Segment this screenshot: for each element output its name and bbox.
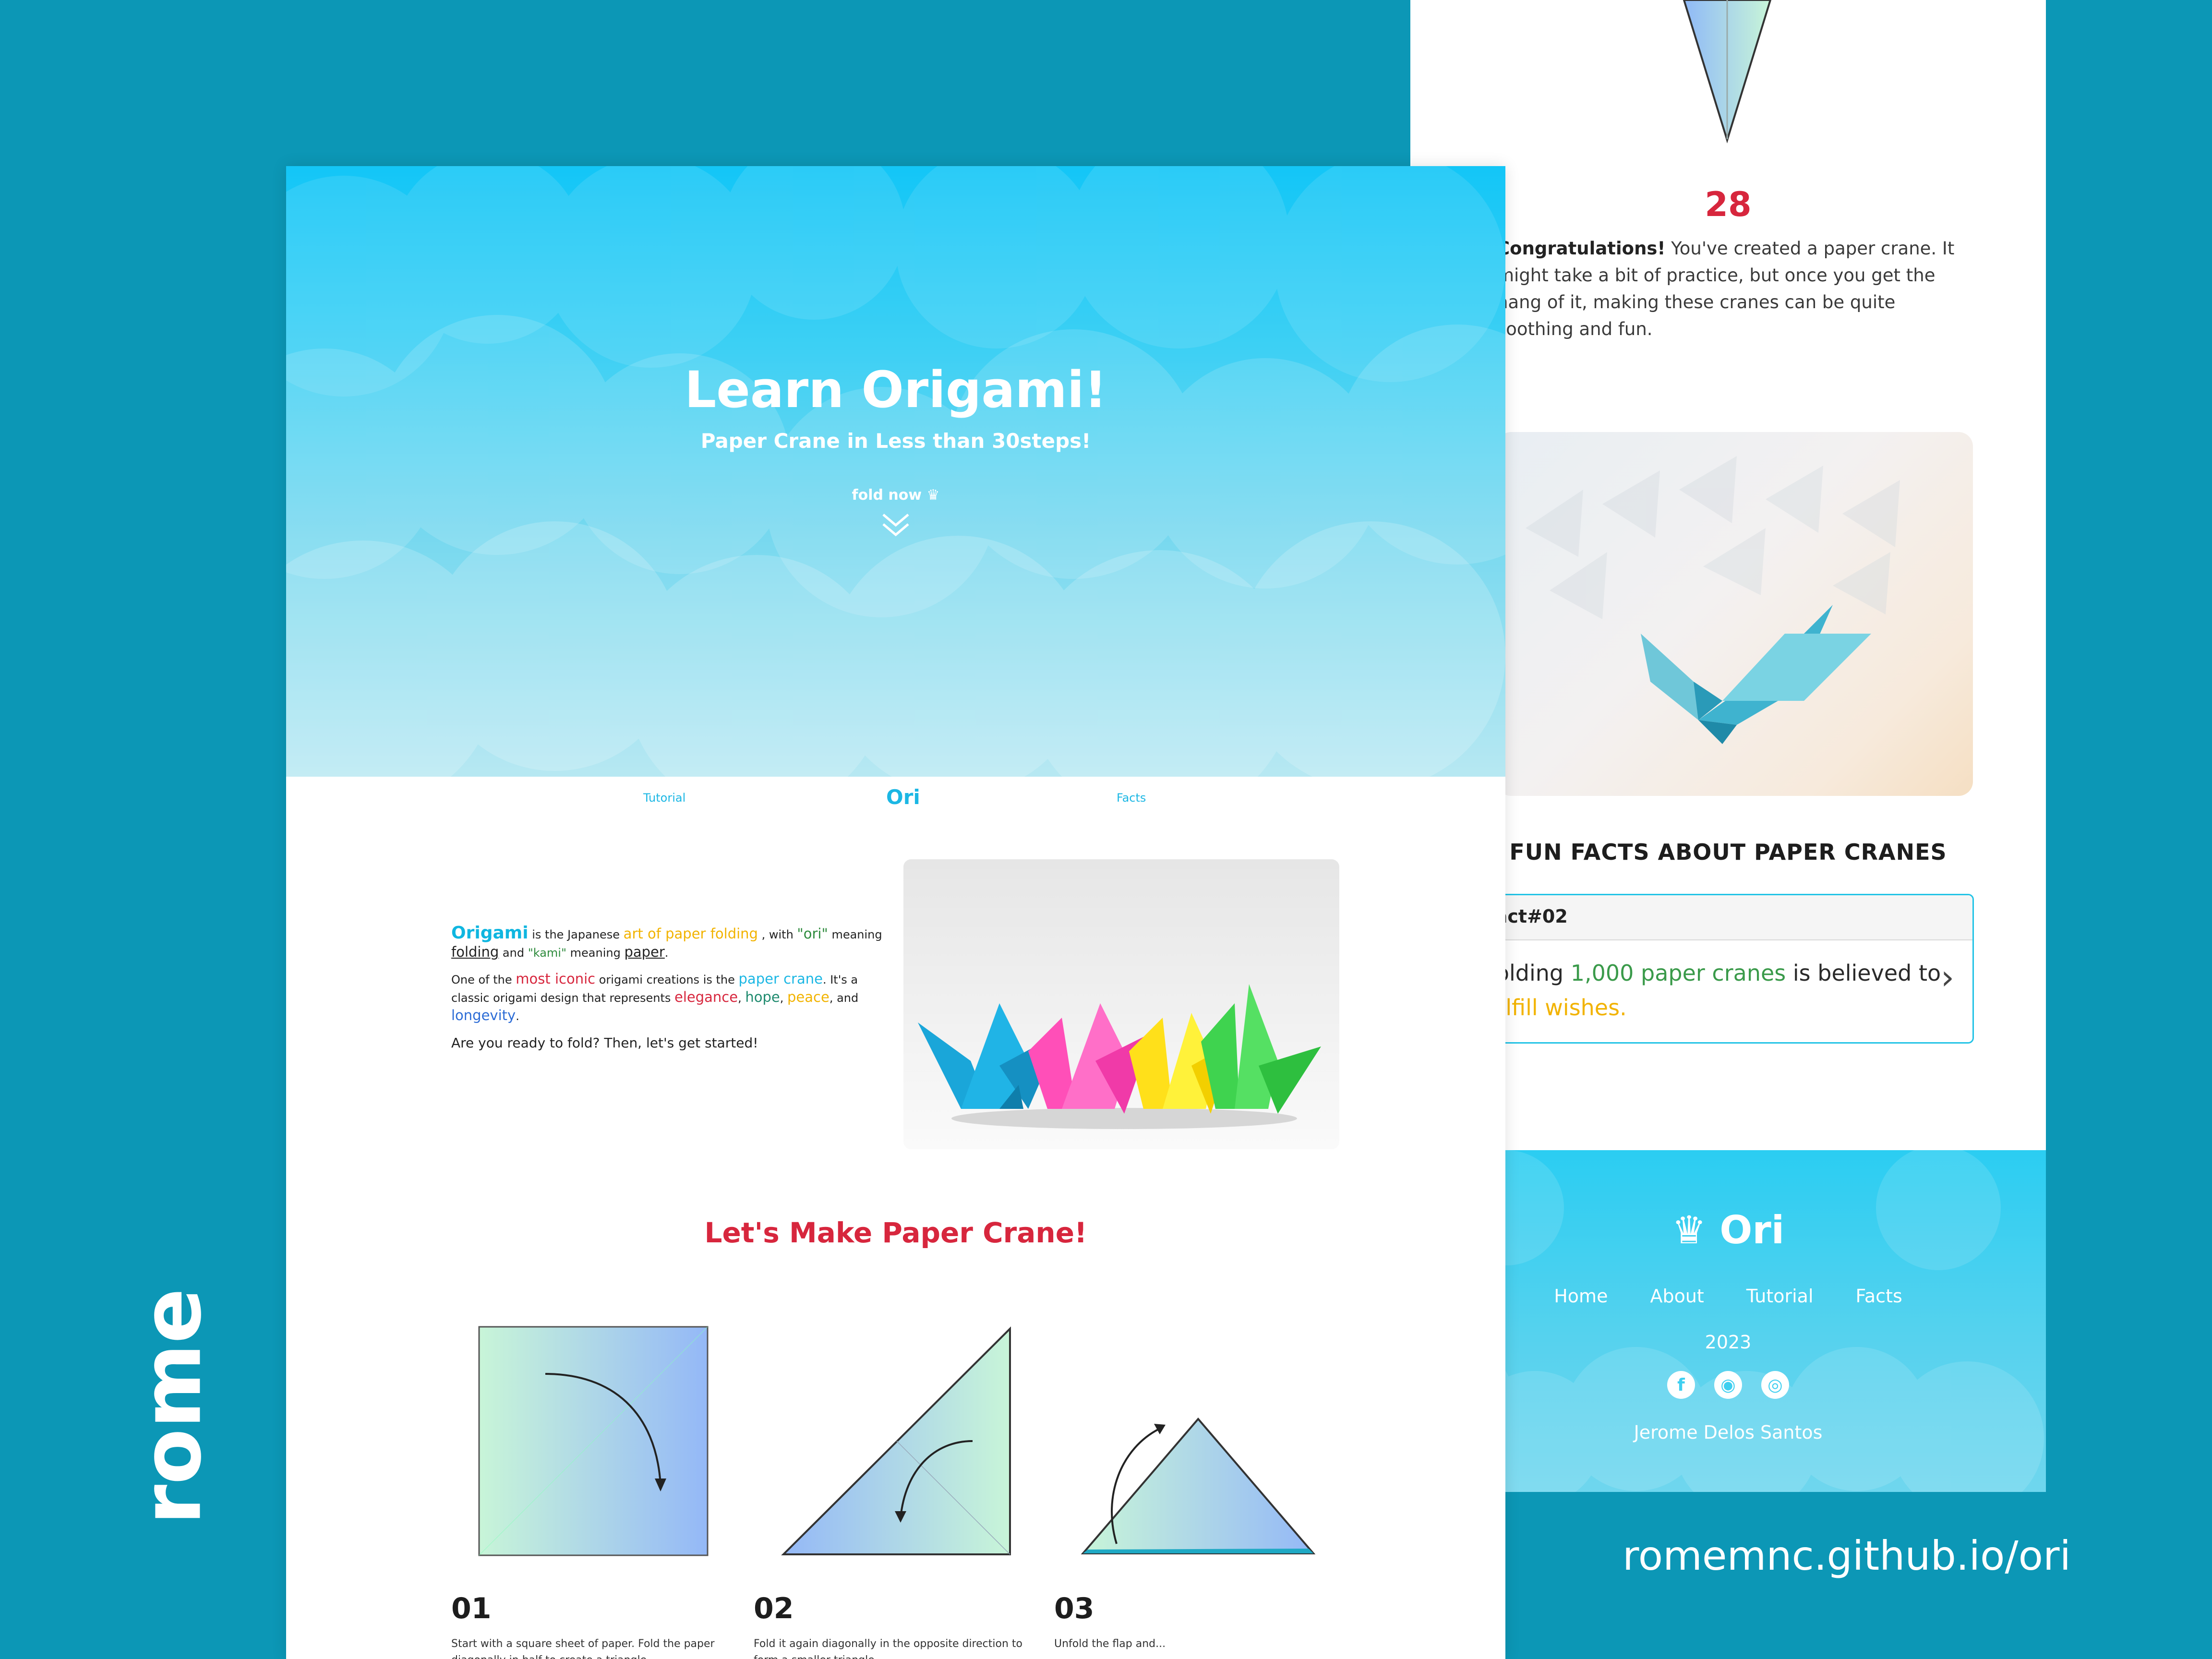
intro-text: Origami is the Japanese art of paper fol… <box>451 923 882 1051</box>
step-02-number: 02 <box>754 1592 794 1625</box>
footer-link-tutorial[interactable]: Tutorial <box>1746 1286 1814 1307</box>
instagram-icon[interactable]: ◎ <box>1761 1371 1789 1399</box>
fact-text: Folding 1,000 paper cranes is believed t… <box>1484 960 1941 1021</box>
fold-now-link[interactable]: fold now ♛ <box>286 487 1505 504</box>
step-01-text: Start with a square sheet of paper. Fold… <box>451 1638 715 1659</box>
top-navbar: Tutorial Ori Facts <box>286 777 1505 820</box>
step-01-illustration <box>478 1326 709 1556</box>
hero-subtitle: Paper Crane in Less than 30steps! <box>700 429 1091 453</box>
tutorial-end-panel: 28 Congratulations! You've created a pap… <box>1410 0 2046 1492</box>
nav-link-tutorial[interactable]: Tutorial <box>643 791 685 805</box>
svg-text:rome: rome <box>139 1288 216 1525</box>
footer-author: Jerome Delos Santos <box>1634 1422 1823 1443</box>
fun-facts-title: FUN FACTS ABOUT PAPER CRANES <box>1509 839 1947 865</box>
facebook-icon[interactable]: f <box>1667 1371 1695 1399</box>
step-01-number: 01 <box>451 1592 492 1625</box>
nav-link-facts[interactable]: Facts <box>1117 791 1146 805</box>
step-02-text: Fold it again diagonally in the opposite… <box>754 1638 1022 1659</box>
congratulations-text: Congratulations! You've created a paper … <box>1497 238 1955 339</box>
footer-year: 2023 <box>1705 1332 1752 1353</box>
double-chevron-down-icon[interactable] <box>880 511 911 540</box>
crane-icon: ♛ <box>926 487 940 504</box>
hero-title: Learn Origami! <box>685 361 1107 419</box>
next-fact-chevron-icon[interactable]: › <box>1941 958 1954 997</box>
social-links: f ◉ ◎ <box>1410 1371 2046 1399</box>
step-number: 28 <box>1705 185 1752 224</box>
step-illustration-tip <box>1683 0 1772 144</box>
main-page-screenshot: Learn Origami! Paper Crane in Less than … <box>286 166 1505 1659</box>
footer-link-facts[interactable]: Facts <box>1856 1286 1902 1307</box>
step-03-text: Unfold the flap and... <box>1054 1638 1166 1650</box>
footer-nav: Home About Tutorial Facts <box>1410 1286 2046 1307</box>
footer-link-home[interactable]: Home <box>1554 1286 1608 1307</box>
footer-logo[interactable]: ♛ Ori <box>1410 1208 2046 1252</box>
hero-section: Learn Origami! Paper Crane in Less than … <box>286 166 1505 777</box>
crane-icon: ♛ <box>1671 1208 1720 1252</box>
colorful-cranes-photo <box>903 859 1339 1149</box>
step-03-illustration <box>1081 1417 1316 1554</box>
section-title: Let's Make Paper Crane! <box>704 1216 1087 1249</box>
footer-link-about[interactable]: About <box>1650 1286 1704 1307</box>
step-02-illustration <box>781 1326 1011 1555</box>
fact-carousel-card: Fact#02 Folding 1,000 paper cranes is be… <box>1482 894 1974 1044</box>
nav-logo[interactable]: Ori <box>886 785 920 809</box>
site-url[interactable]: romemnc.github.io/ori <box>1623 1532 2071 1579</box>
site-footer: ♛ Ori Home About Tutorial Facts 2023 f ◉… <box>1410 1150 2046 1492</box>
rome-logo: rome <box>139 1288 216 1525</box>
github-icon[interactable]: ◉ <box>1714 1371 1742 1399</box>
step-03-number: 03 <box>1054 1592 1094 1625</box>
paper-crane-photo <box>1497 432 1973 796</box>
